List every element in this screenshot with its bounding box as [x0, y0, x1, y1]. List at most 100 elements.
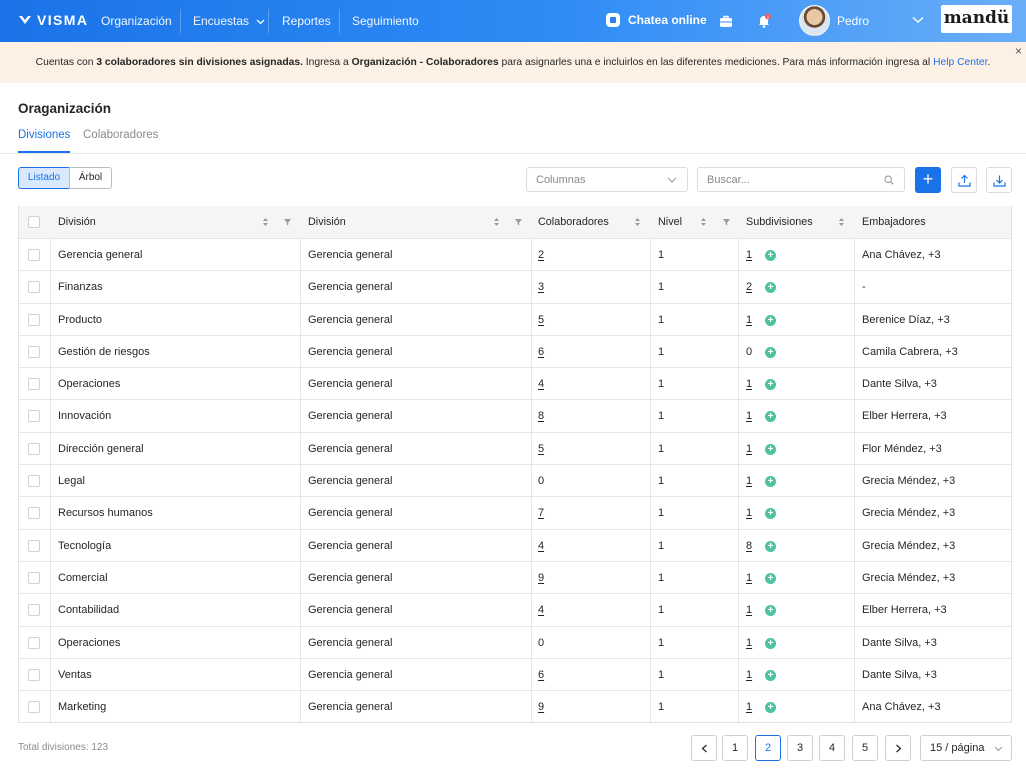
add-subdivision-icon[interactable]: +: [765, 540, 776, 552]
add-subdivision-icon[interactable]: +: [765, 346, 776, 358]
row-checkbox[interactable]: [28, 604, 40, 617]
search-input[interactable]: Buscar...: [697, 167, 905, 192]
row-checkbox[interactable]: [28, 701, 40, 714]
brand-logo[interactable]: VISMA: [18, 12, 88, 28]
add-subdivision-icon[interactable]: +: [765, 637, 776, 649]
colaboradores-count[interactable]: 4: [538, 368, 544, 400]
close-icon[interactable]: ×: [1015, 45, 1022, 57]
subdivisiones-count[interactable]: 1: [746, 304, 752, 336]
column-header-subdivisiones[interactable]: Subdivisiones: [746, 206, 813, 238]
user-name[interactable]: Pedro: [837, 14, 869, 28]
add-subdivision-icon[interactable]: +: [765, 476, 776, 488]
row-checkbox[interactable]: [28, 668, 40, 681]
subdivisiones-count[interactable]: 2: [746, 271, 752, 303]
chat-online-button[interactable]: Chatea online: [606, 13, 707, 27]
row-checkbox[interactable]: [28, 507, 40, 520]
filter-icon[interactable]: [283, 217, 292, 227]
table-row[interactable]: Ventas Gerencia general 6 1 1 + Dante Silva, +…: [19, 657, 1011, 691]
table-row[interactable]: Gerencia general Gerencia general 2 1 1 + Ana …: [19, 238, 1011, 270]
add-subdivision-icon[interactable]: +: [765, 572, 776, 584]
download-button[interactable]: [986, 167, 1012, 193]
avatar[interactable]: [799, 5, 830, 36]
table-row[interactable]: Legal Gerencia general 0 1 1 + Grecia Méndez, …: [19, 464, 1011, 496]
briefcase-icon[interactable]: [718, 13, 734, 29]
add-subdivision-icon[interactable]: +: [765, 314, 776, 326]
table-row[interactable]: Innovación Gerencia general 8 1 1 + Elber Herr…: [19, 399, 1011, 431]
colaboradores-count[interactable]: 6: [538, 336, 544, 368]
help-center-link[interactable]: Help Center: [933, 57, 987, 68]
add-subdivision-icon[interactable]: +: [765, 605, 776, 617]
row-checkbox[interactable]: [28, 442, 40, 455]
subdivisiones-count[interactable]: 1: [746, 691, 752, 723]
row-checkbox[interactable]: [28, 539, 40, 552]
nav-item-organizacion[interactable]: Organización: [101, 14, 172, 28]
colaboradores-count[interactable]: 4: [538, 530, 544, 562]
column-header-colaboradores[interactable]: Colaboradores: [538, 206, 609, 238]
subdivisiones-count[interactable]: 1: [746, 627, 752, 659]
subdivisiones-count[interactable]: 1: [746, 594, 752, 626]
sort-icon[interactable]: [261, 217, 270, 227]
row-checkbox[interactable]: [28, 345, 40, 358]
chevron-down-icon[interactable]: [912, 16, 924, 24]
subdivisiones-count[interactable]: 8: [746, 530, 752, 562]
colaboradores-count[interactable]: 3: [538, 271, 544, 303]
subdivisiones-count[interactable]: 1: [746, 400, 752, 432]
subdivisiones-count[interactable]: 1: [746, 562, 752, 594]
sort-icon[interactable]: [837, 217, 846, 227]
tab-colaboradores[interactable]: Colaboradores: [83, 129, 158, 141]
subdivisiones-count[interactable]: 1: [746, 497, 752, 529]
table-row[interactable]: Dirección general Gerencia general 5 1 1 + Flo…: [19, 431, 1011, 465]
table-row[interactable]: Recursos humanos Gerencia general 7 1 1 + Grec…: [19, 496, 1011, 528]
upload-button[interactable]: [951, 167, 977, 193]
colaboradores-count[interactable]: 7: [538, 497, 544, 529]
row-checkbox[interactable]: [28, 378, 40, 391]
table-row[interactable]: Comercial Gerencia general 9 1 1 + Grecia Ménd…: [19, 560, 1011, 594]
row-checkbox[interactable]: [28, 281, 40, 294]
subdivisiones-count[interactable]: 1: [746, 465, 752, 497]
add-division-button[interactable]: +: [915, 167, 941, 193]
column-header-nivel[interactable]: Nivel: [658, 206, 682, 238]
row-checkbox[interactable]: [28, 636, 40, 649]
columns-select[interactable]: Columnas: [526, 167, 688, 192]
tab-divisiones[interactable]: Divisiones: [18, 129, 70, 141]
filter-icon[interactable]: [514, 217, 523, 227]
add-subdivision-icon[interactable]: +: [765, 669, 776, 681]
previous-page-button[interactable]: [691, 735, 717, 761]
add-subdivision-icon[interactable]: +: [765, 702, 776, 714]
row-checkbox[interactable]: [28, 410, 40, 423]
colaboradores-count[interactable]: 5: [538, 304, 544, 336]
colaboradores-count[interactable]: 5: [538, 433, 544, 465]
table-row[interactable]: Gestión de riesgos Gerencia general 6 1 0 + Ca…: [19, 334, 1011, 368]
row-checkbox[interactable]: [28, 249, 40, 261]
row-checkbox[interactable]: [28, 571, 40, 584]
column-header-embajadores[interactable]: Embajadores: [862, 206, 926, 238]
add-subdivision-icon[interactable]: +: [765, 443, 776, 455]
row-checkbox[interactable]: [28, 475, 40, 488]
add-subdivision-icon[interactable]: +: [765, 379, 776, 391]
colaboradores-count[interactable]: 9: [538, 691, 544, 723]
page-button-1[interactable]: 1: [722, 735, 748, 761]
colaboradores-count[interactable]: 4: [538, 594, 544, 626]
table-row[interactable]: Operaciones Gerencia general 0 1 1 + Dante Sil…: [19, 625, 1011, 659]
colaboradores-count[interactable]: 2: [538, 239, 544, 271]
subdivisiones-count[interactable]: 1: [746, 239, 752, 271]
nav-item-seguimiento[interactable]: Seguimiento: [352, 14, 419, 28]
subdivisiones-count[interactable]: 1: [746, 659, 752, 691]
table-row[interactable]: Finanzas Gerencia general 3 1 2 + -: [19, 270, 1011, 302]
subdivisiones-count[interactable]: 1: [746, 368, 752, 400]
page-button-5[interactable]: 5: [852, 735, 878, 761]
page-button-2[interactable]: 2: [755, 735, 781, 761]
colaboradores-count[interactable]: 6: [538, 659, 544, 691]
next-page-button[interactable]: [885, 735, 911, 761]
page-button-4[interactable]: 4: [819, 735, 845, 761]
bell-icon[interactable]: 1: [756, 13, 772, 29]
sort-icon[interactable]: [633, 217, 642, 227]
page-size-select[interactable]: 15 / página: [920, 735, 1012, 761]
filter-icon[interactable]: [722, 217, 731, 227]
column-header-division-parent[interactable]: División: [308, 206, 346, 238]
select-all-checkbox[interactable]: [28, 216, 40, 228]
mandu-logo[interactable]: mandü: [941, 5, 1012, 33]
view-toggle-arbol[interactable]: Árbol: [69, 167, 112, 189]
add-subdivision-icon[interactable]: +: [765, 250, 776, 261]
add-subdivision-icon[interactable]: +: [765, 282, 776, 294]
